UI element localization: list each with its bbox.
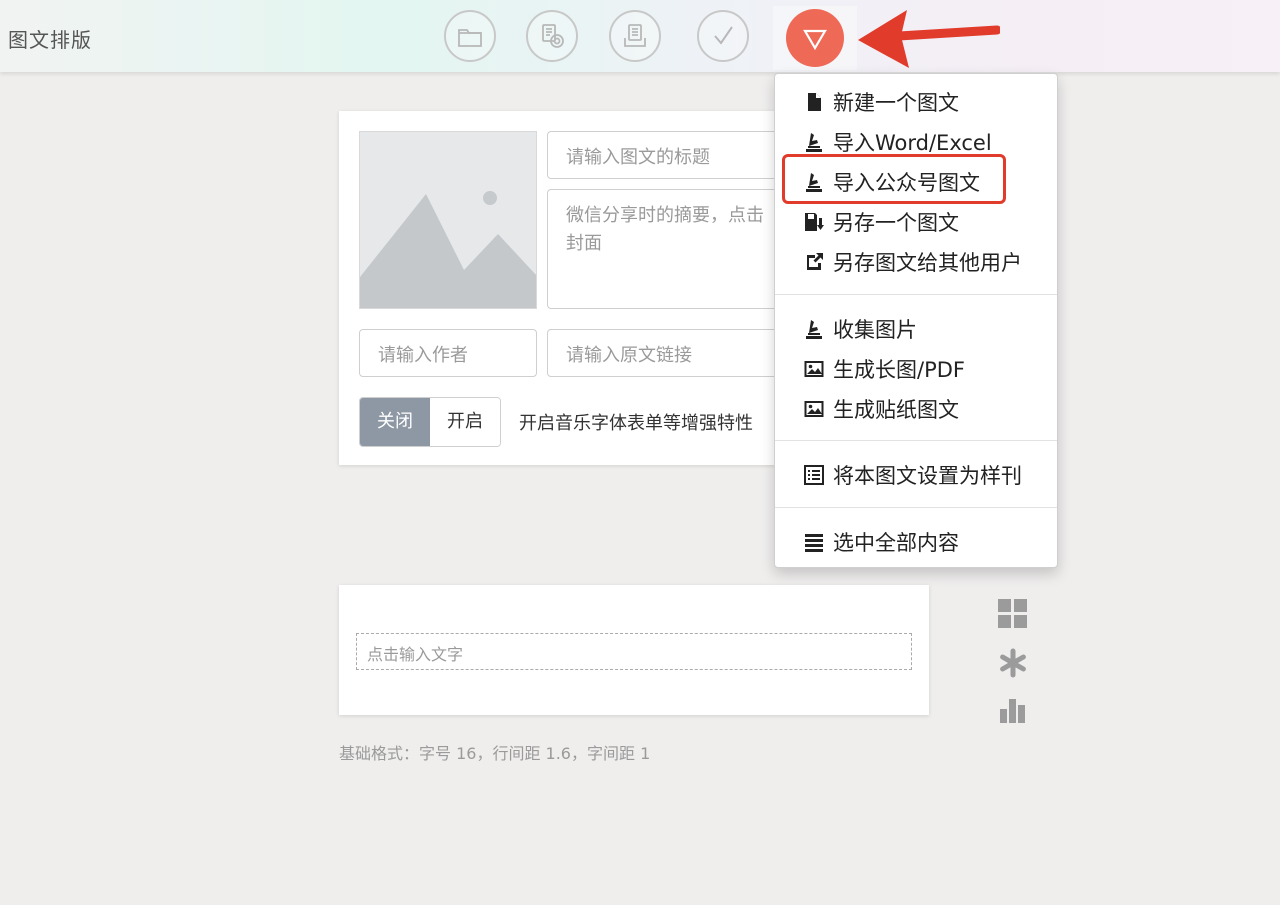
top-toolbar: 图文排版: [0, 0, 1280, 72]
image-placeholder-icon: [360, 132, 536, 308]
file-icon: [808, 93, 821, 111]
menu-item-import-official-account[interactable]: 导入公众号图文: [803, 167, 980, 197]
import-icon: [806, 173, 822, 192]
menu-item-label: 收集图片: [833, 318, 917, 342]
menu-divider: [775, 440, 1057, 441]
menu-item-select-all[interactable]: 选中全部内容: [803, 527, 959, 557]
stamp-button[interactable]: [526, 10, 578, 62]
stamp-icon: [542, 24, 564, 48]
menu-item-import-word-excel[interactable]: 导入Word/Excel: [803, 127, 992, 157]
menu-item-label: 生成贴纸图文: [833, 398, 959, 422]
asterisk-icon[interactable]: [998, 648, 1028, 678]
more-menu-button[interactable]: [786, 9, 844, 67]
image-icon: [804, 361, 824, 377]
menu-item-label: 选中全部内容: [833, 531, 959, 555]
grid-icon[interactable]: [998, 599, 1028, 629]
menu-item-save-copy[interactable]: 另存一个图文: [803, 207, 959, 237]
red-arrow-annotation: [858, 10, 1000, 68]
list-alt-icon: [804, 465, 824, 485]
menu-item-label: 另存一个图文: [833, 211, 959, 235]
cover-image-placeholder[interactable]: [359, 131, 537, 309]
menu-item-label: 生成长图/PDF: [833, 358, 965, 382]
toggle-description: 开启音乐字体表单等增强特性: [519, 413, 753, 434]
toggle-off-option[interactable]: 关闭: [360, 398, 430, 446]
enhance-toggle[interactable]: 关闭 开启: [359, 397, 501, 447]
clipboard-icon: [624, 24, 646, 47]
align-justify-icon: [805, 534, 823, 552]
check-icon: [714, 26, 733, 45]
bar-chart-icon[interactable]: [998, 695, 1028, 725]
triangle-down-icon: [803, 29, 827, 51]
menu-divider: [775, 507, 1057, 508]
author-input[interactable]: 请输入作者: [359, 329, 537, 377]
import-icon: [806, 320, 822, 339]
image-icon: [804, 401, 824, 417]
open-folder-button[interactable]: [444, 10, 496, 62]
folder-icon: [458, 29, 482, 47]
clipboard-button[interactable]: [609, 10, 661, 62]
menu-item-label: 导入公众号图文: [833, 171, 980, 195]
check-button[interactable]: [697, 10, 749, 62]
import-icon: [806, 133, 822, 152]
text-input-area[interactable]: 点击输入文字: [356, 633, 912, 670]
menu-item-label: 另存图文给其他用户: [833, 251, 1022, 275]
menu-item-save-for-user[interactable]: 另存图文给其他用户: [803, 247, 1022, 277]
menu-item-label: 导入Word/Excel: [833, 131, 992, 155]
menu-item-collect-images[interactable]: 收集图片: [803, 314, 917, 344]
app-title: 图文排版: [8, 28, 92, 52]
menu-item-new-article[interactable]: 新建一个图文: [803, 87, 959, 117]
menu-item-long-image-pdf[interactable]: 生成长图/PDF: [803, 354, 965, 384]
menu-item-set-as-sample[interactable]: 将本图文设置为样刊: [803, 460, 1022, 490]
menu-item-label: 将本图文设置为样刊: [833, 464, 1022, 488]
editor-card: 点击输入文字: [339, 585, 929, 715]
basic-format-info: 基础格式：字号 16，行间距 1.6，字间距 1: [339, 744, 651, 763]
more-dropdown-menu: 新建一个图文 导入Word/Excel 导入公众号图文 另存一个图文 另存图文给…: [774, 73, 1058, 568]
menu-item-label: 新建一个图文: [833, 91, 959, 115]
menu-item-sticker-article[interactable]: 生成贴纸图文: [803, 394, 959, 424]
share-icon: [807, 253, 823, 270]
menu-divider: [775, 294, 1057, 295]
toggle-on-option[interactable]: 开启: [430, 398, 500, 446]
save-icon: [805, 213, 824, 231]
